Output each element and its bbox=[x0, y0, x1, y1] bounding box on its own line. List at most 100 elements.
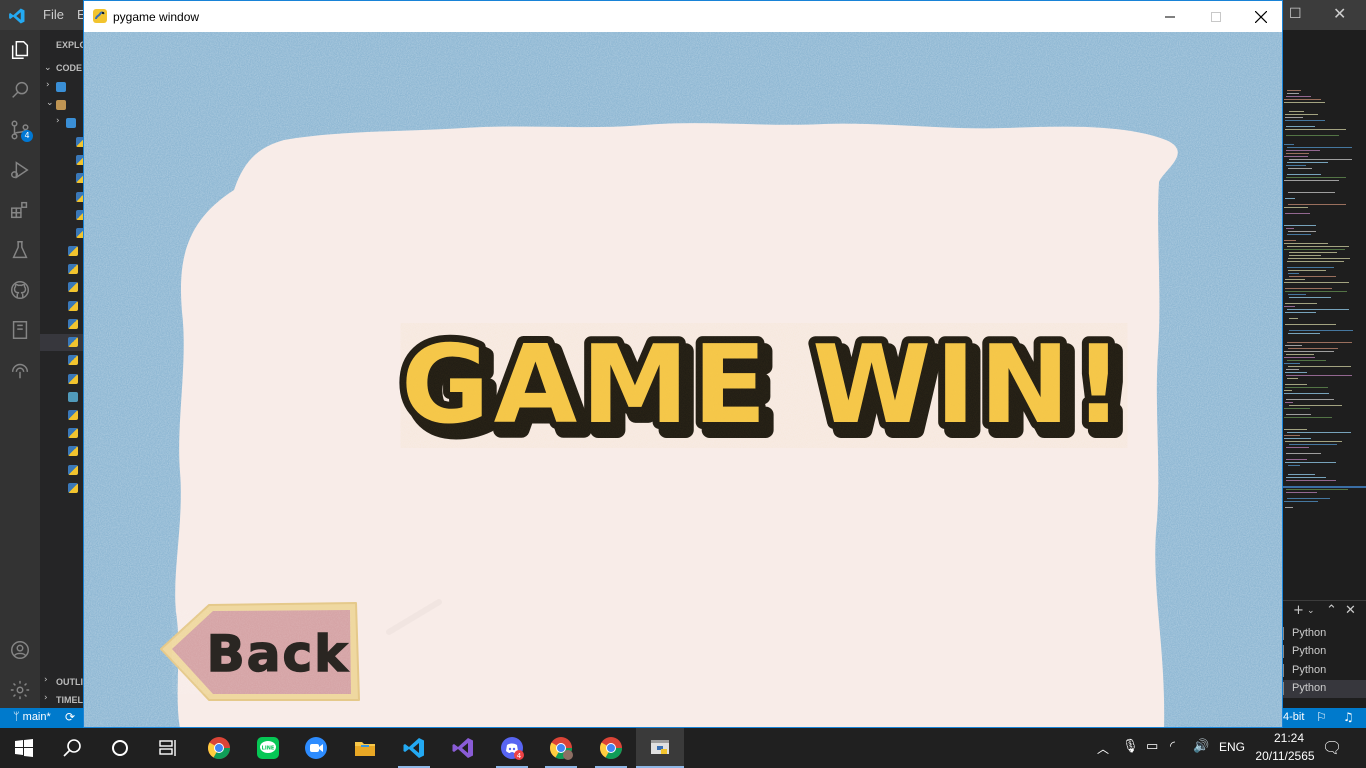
taskbar-zoom[interactable] bbox=[292, 728, 340, 768]
chrome-profile-icon bbox=[550, 737, 573, 760]
python-file-icon[interactable] bbox=[68, 301, 78, 311]
python-file-icon[interactable] bbox=[68, 428, 78, 438]
minimap-line bbox=[1289, 405, 1342, 406]
explorer-heading: EXPLO bbox=[56, 40, 83, 50]
python-file-icon[interactable] bbox=[68, 282, 78, 292]
terminal-item[interactable]: Python bbox=[1283, 625, 1366, 643]
taskbar-file-explorer[interactable] bbox=[341, 728, 389, 768]
python-file-icon[interactable] bbox=[68, 465, 78, 475]
python-file-icon[interactable] bbox=[76, 228, 83, 238]
settings-gear-icon[interactable] bbox=[8, 678, 32, 702]
minimap-line bbox=[1286, 354, 1314, 355]
close-panel-icon[interactable]: ✕ bbox=[1345, 603, 1356, 618]
taskbar-chrome[interactable] bbox=[195, 728, 243, 768]
python-file-icon[interactable] bbox=[76, 192, 83, 202]
discord-icon: 4 bbox=[501, 737, 524, 760]
chevron-right-icon[interactable]: › bbox=[56, 116, 60, 126]
minimap-line bbox=[1288, 348, 1338, 349]
chevron-down-icon[interactable]: ⌄ bbox=[44, 63, 52, 73]
visual-studio-icon bbox=[452, 738, 473, 758]
battery-icon[interactable]: ▭ bbox=[1146, 739, 1158, 754]
minimize-button[interactable] bbox=[1147, 1, 1193, 32]
taskbar-chrome-profile[interactable] bbox=[537, 728, 585, 768]
taskbar-vscode[interactable] bbox=[390, 728, 438, 768]
python-file-icon[interactable] bbox=[76, 210, 83, 220]
python-file-icon[interactable] bbox=[68, 337, 78, 347]
pygame-titlebar[interactable]: pygame window bbox=[84, 1, 1282, 32]
task-view-button[interactable] bbox=[144, 728, 192, 768]
terminal-item[interactable]: Python bbox=[1283, 643, 1366, 661]
github-icon[interactable] bbox=[8, 278, 32, 302]
notebook-icon[interactable] bbox=[8, 318, 32, 342]
input-language[interactable]: ENG bbox=[1219, 740, 1245, 754]
extensions-icon[interactable] bbox=[8, 198, 32, 222]
maximize-button[interactable] bbox=[1193, 1, 1239, 32]
notification-center-icon[interactable]: 🗨 bbox=[1322, 738, 1342, 757]
git-branch-status[interactable]: ᛘ main* bbox=[13, 711, 51, 723]
terminal-item[interactable]: Python bbox=[1283, 662, 1366, 680]
chevron-down-icon[interactable]: ⌄ bbox=[46, 98, 54, 108]
timeline-section[interactable]: TIMEL bbox=[56, 695, 83, 705]
minimap-line bbox=[1288, 294, 1306, 295]
windows-logo-icon bbox=[15, 739, 33, 757]
testing-icon[interactable] bbox=[8, 238, 32, 262]
python-file-icon[interactable] bbox=[76, 173, 83, 183]
python-file-icon[interactable] bbox=[68, 410, 78, 420]
taskbar-line[interactable]: LINE bbox=[244, 728, 292, 768]
python-file-icon[interactable] bbox=[68, 446, 78, 456]
search-button[interactable] bbox=[48, 728, 96, 768]
folder-root-label[interactable]: CODE bbox=[56, 63, 82, 73]
sync-icon[interactable]: ⟳ bbox=[65, 710, 75, 724]
python-file-icon[interactable] bbox=[68, 355, 78, 365]
chevron-down-icon[interactable]: ⌄ bbox=[1307, 606, 1315, 616]
search-icon[interactable] bbox=[8, 78, 32, 102]
minimap-line bbox=[1285, 213, 1310, 214]
explorer-icon[interactable] bbox=[8, 38, 32, 62]
python-interpreter-status[interactable]: 4-bit bbox=[1283, 711, 1304, 723]
chevron-right-icon[interactable]: › bbox=[46, 80, 50, 90]
folder-icon[interactable] bbox=[56, 100, 66, 110]
taskbar-python-active[interactable] bbox=[636, 728, 684, 768]
terminal-panel: + ⌄ ⌃ ✕ Python Python Python Python bbox=[1283, 600, 1366, 708]
accounts-icon[interactable] bbox=[8, 638, 32, 662]
python-file-icon[interactable] bbox=[76, 137, 83, 147]
python-file-icon[interactable] bbox=[68, 319, 78, 329]
chevron-right-icon[interactable]: › bbox=[44, 675, 48, 685]
clock-time[interactable]: 21:24 bbox=[1266, 731, 1312, 745]
folder-icon[interactable] bbox=[56, 82, 66, 92]
terminal-item-active[interactable]: Python bbox=[1283, 680, 1366, 698]
run-debug-icon[interactable] bbox=[8, 158, 32, 182]
chrome-icon bbox=[600, 737, 622, 759]
minimap-line bbox=[1289, 252, 1337, 253]
taskbar-chrome-2[interactable] bbox=[587, 728, 635, 768]
vscode-close-icon[interactable]: ✕ bbox=[1333, 4, 1346, 23]
taskbar-discord[interactable]: 4 bbox=[488, 728, 536, 768]
outline-section[interactable]: OUTLI bbox=[56, 677, 83, 687]
minimap-line bbox=[1284, 438, 1311, 439]
maximize-panel-icon[interactable]: ⌃ bbox=[1326, 603, 1337, 618]
close-button[interactable] bbox=[1238, 1, 1282, 32]
feedback-icon[interactable]: ⚐ bbox=[1316, 710, 1327, 724]
python-file-icon[interactable] bbox=[68, 374, 78, 384]
wifi-icon[interactable]: ◜ bbox=[1170, 739, 1175, 754]
python-file-icon[interactable] bbox=[68, 483, 78, 493]
menu-file[interactable]: File bbox=[43, 7, 64, 22]
vscode-maximize-icon[interactable]: ☐ bbox=[1289, 6, 1305, 22]
volume-icon[interactable]: 🔊 bbox=[1193, 739, 1209, 754]
notifications-bell-icon[interactable]: ♫ bbox=[1343, 710, 1354, 724]
folder-icon[interactable] bbox=[66, 118, 76, 128]
chevron-right-icon[interactable]: › bbox=[44, 693, 48, 703]
minimize-icon bbox=[1165, 16, 1175, 17]
python-file-icon[interactable] bbox=[68, 264, 78, 274]
start-button[interactable] bbox=[0, 728, 48, 768]
remote-explorer-icon[interactable] bbox=[8, 358, 32, 382]
clock-date[interactable]: 20/11/2565 bbox=[1250, 749, 1320, 763]
new-terminal-icon[interactable]: + bbox=[1293, 603, 1304, 618]
show-hidden-icons-chevron-icon[interactable]: ︿ bbox=[1097, 740, 1109, 757]
taskbar-visual-studio[interactable] bbox=[439, 728, 487, 768]
microphone-icon[interactable]: 🎙 bbox=[1122, 739, 1139, 754]
cortana-button[interactable] bbox=[96, 728, 144, 768]
python-file-icon[interactable] bbox=[68, 246, 78, 256]
document-file-icon[interactable] bbox=[68, 392, 78, 402]
python-file-icon[interactable] bbox=[76, 155, 83, 165]
